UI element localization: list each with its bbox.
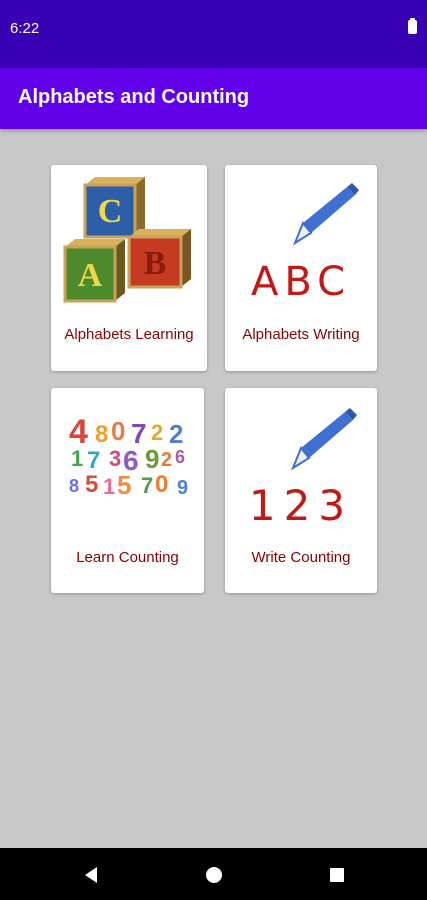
card-label: Learn Counting bbox=[76, 549, 179, 566]
pencil-abc-icon: ABC bbox=[251, 183, 359, 305]
pencil-icon bbox=[292, 183, 359, 246]
home-icon[interactable] bbox=[202, 863, 226, 887]
status-bar: 6:22 bbox=[0, 0, 427, 68]
svg-text:1: 1 bbox=[71, 446, 83, 471]
svg-text:2: 2 bbox=[161, 449, 172, 471]
app-bar: Alphabets and Counting bbox=[0, 68, 427, 129]
svg-text:0: 0 bbox=[111, 416, 125, 446]
abc-art-text: ABC bbox=[251, 259, 351, 305]
123-art-text: 123 bbox=[249, 481, 353, 530]
card-learn-counting[interactable]: 4 8 0 7 2 2 1 7 3 6 9 2 6 8 5 1 5 7 0 9 … bbox=[51, 388, 204, 593]
svg-text:6: 6 bbox=[175, 447, 185, 467]
card-write-counting[interactable]: 123 Write Counting bbox=[225, 388, 377, 593]
back-icon[interactable] bbox=[79, 863, 103, 887]
svg-text:1: 1 bbox=[103, 474, 115, 499]
pencil-icon bbox=[290, 408, 357, 471]
svg-text:5: 5 bbox=[117, 470, 131, 500]
pencil-123-icon: 123 bbox=[249, 408, 357, 530]
svg-text:2: 2 bbox=[169, 419, 183, 449]
recents-icon[interactable] bbox=[325, 863, 349, 887]
svg-text:8: 8 bbox=[69, 476, 79, 496]
card-alphabets-learning[interactable]: C B A Alphabets Learning bbox=[51, 165, 207, 371]
block-letter-left: A bbox=[78, 257, 103, 294]
svg-text:7: 7 bbox=[87, 447, 100, 474]
svg-text:0: 0 bbox=[155, 471, 168, 498]
card-label: Alphabets Writing bbox=[242, 326, 360, 343]
navigation-bar bbox=[0, 848, 427, 900]
svg-text:3: 3 bbox=[109, 446, 121, 471]
svg-text:8: 8 bbox=[95, 421, 108, 448]
svg-text:2: 2 bbox=[151, 420, 163, 445]
svg-text:5: 5 bbox=[85, 471, 98, 498]
app-title: Alphabets and Counting bbox=[18, 86, 250, 108]
svg-text:7: 7 bbox=[141, 473, 153, 498]
abc-blocks-icon: C B A bbox=[63, 177, 191, 303]
svg-text:9: 9 bbox=[145, 444, 159, 474]
card-label: Alphabets Learning bbox=[64, 326, 194, 343]
block-letter-right: B bbox=[144, 245, 167, 282]
status-time: 6:22 bbox=[10, 20, 40, 37]
card-alphabets-writing[interactable]: ABC Alphabets Writing bbox=[225, 165, 377, 371]
block-letter-top: C bbox=[98, 193, 123, 230]
battery-icon bbox=[408, 18, 417, 34]
card-label: Write Counting bbox=[251, 549, 351, 566]
colorful-numbers-icon: 4 8 0 7 2 2 1 7 3 6 9 2 6 8 5 1 5 7 0 9 bbox=[69, 413, 188, 500]
svg-text:9: 9 bbox=[177, 477, 188, 499]
